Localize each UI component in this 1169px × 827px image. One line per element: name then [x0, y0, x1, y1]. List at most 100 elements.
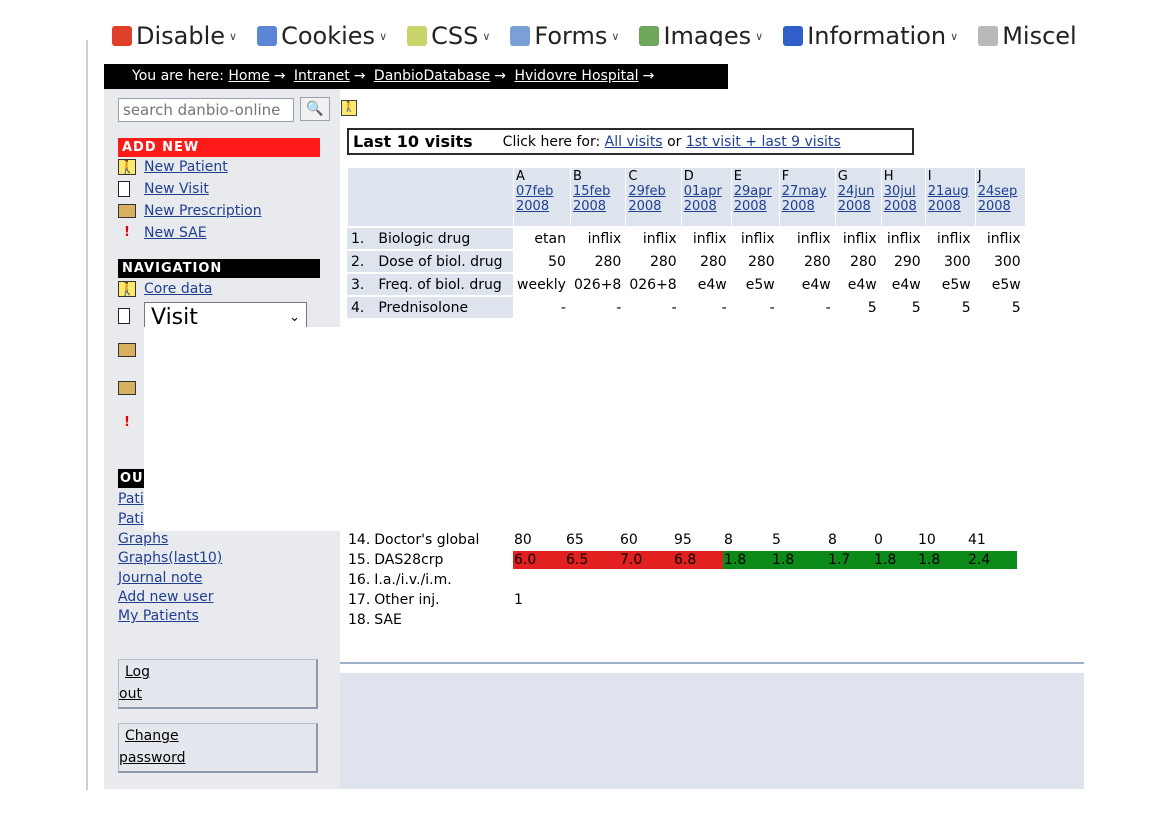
table-cell — [873, 611, 917, 629]
visit-year-link[interactable]: 2008 — [838, 199, 871, 214]
breadcrumb-link[interactable]: Intranet — [294, 68, 350, 84]
logout-button[interactable]: Log out — [118, 659, 318, 709]
visit-date-link[interactable]: 27may — [782, 184, 827, 199]
graphs-last10-link[interactable]: Graphs(last10) — [118, 550, 222, 566]
visit-column-header: J 24sep 2008 — [974, 168, 1025, 226]
all-visits-link[interactable]: All visits — [605, 134, 663, 150]
visit-date-link[interactable]: 29apr — [734, 184, 772, 199]
header-corner — [347, 168, 513, 226]
folder-nav-item[interactable] — [118, 340, 144, 360]
visit-year-link[interactable]: 2008 — [978, 199, 1011, 214]
new-visit-link[interactable]: New Visit — [118, 179, 209, 199]
breadcrumb-separator: → — [353, 68, 366, 84]
visit-date-link[interactable]: 21aug — [928, 184, 969, 199]
add-new-user-link[interactable]: Add new user — [118, 589, 213, 605]
new-sae-link[interactable]: ! New SAE — [118, 223, 207, 243]
visits-subtitle: Click here for: All visits or 1st visit … — [503, 134, 841, 150]
table-row: 17. Other inj. 1 — [347, 591, 1017, 609]
table-row: 15. DAS28crp 6.0 6.5 7.0 6.8 1.8 1.8 1.7 1.8 1.8 2.… — [347, 551, 1017, 569]
core-data-label[interactable]: Core data — [144, 281, 212, 297]
table-cell — [771, 571, 827, 589]
breadcrumb-link[interactable]: Home — [228, 68, 269, 84]
table-cell — [873, 591, 917, 609]
cookies-icon — [257, 26, 278, 46]
visit-year-link[interactable]: 2008 — [782, 199, 815, 214]
row-number: 15. — [348, 552, 371, 568]
folder-nav-item[interactable] — [118, 378, 144, 398]
folder-icon — [118, 343, 136, 357]
table-cell — [917, 611, 967, 629]
new-sae-label[interactable]: New SAE — [144, 225, 207, 241]
visit-letter: B — [572, 169, 582, 184]
visit-column-header: F 27may 2008 — [778, 168, 835, 226]
visit-nav-row — [118, 306, 144, 326]
developer-toolbar-items: Disable ∨ Cookies ∨ CSS ∨ Forms ∨ Images ∨ Informa… — [112, 22, 1077, 46]
table-cell — [723, 611, 771, 629]
devbar-label: Images — [663, 22, 752, 46]
visit-date-link[interactable]: 24jun — [838, 184, 875, 199]
visit-column-header: A 07feb 2008 — [513, 168, 570, 226]
breadcrumb-items: Home → Intranet → DanbioDatabase → Hvidovre… — [228, 68, 658, 84]
core-data-link[interactable]: 🚶 Core data — [118, 279, 212, 299]
table-cell: 026+8 — [625, 274, 681, 295]
visit-date-link[interactable]: 07feb — [516, 184, 553, 199]
table-cell — [723, 591, 771, 609]
or-text: or — [667, 133, 682, 150]
devbar-forms-menu[interactable]: Forms ∨ — [510, 22, 619, 46]
devbar-miscel-menu[interactable]: Miscel — [978, 22, 1077, 46]
visit-year-link[interactable]: 2008 — [516, 199, 549, 214]
devbar-information-menu[interactable]: Information ∨ — [783, 22, 958, 46]
new-prescription-link[interactable]: New Prescription — [118, 201, 262, 221]
new-prescription-label[interactable]: New Prescription — [144, 203, 262, 219]
visit-year-link[interactable]: 2008 — [573, 199, 606, 214]
search-input[interactable] — [118, 98, 294, 122]
journal-note-link[interactable]: Journal note — [118, 570, 202, 586]
breadcrumb-link[interactable]: DanbioDatabase — [374, 68, 490, 84]
exclamation-nav-item[interactable]: ! — [118, 413, 144, 433]
devbar-css-menu[interactable]: CSS ∨ — [407, 22, 490, 46]
breadcrumb-link[interactable]: Hvidovre Hospital — [514, 68, 638, 84]
my-patients-link[interactable]: My Patients — [118, 608, 199, 624]
new-patient-link[interactable]: 🚶 New Patient — [118, 157, 228, 177]
visit-year-link[interactable]: 2008 — [734, 199, 767, 214]
graphs-link[interactable]: Graphs — [118, 531, 168, 547]
change-password-label-2[interactable]: password — [119, 750, 185, 766]
row-label-text: I.a./i.v./i.m. — [374, 572, 452, 588]
new-visit-label[interactable]: New Visit — [144, 181, 209, 197]
logout-label-1[interactable]: Log — [125, 664, 150, 680]
row-number: 18. — [348, 612, 371, 628]
patient-link-partial[interactable]: Pati — [118, 491, 144, 507]
patient-link-partial[interactable]: Pati — [118, 511, 144, 527]
devbar-images-menu[interactable]: Images ∨ — [639, 22, 763, 46]
devbar-cookies-menu[interactable]: Cookies ∨ — [257, 22, 387, 46]
table-row: 3. Freq. of biol. drug weekly 026+8 026+8 e4w… — [347, 274, 1025, 295]
visit-date-link[interactable]: 30jul — [884, 184, 916, 199]
visit-year-link[interactable]: 2008 — [884, 199, 917, 214]
visit-year-link[interactable]: 2008 — [684, 199, 717, 214]
table-cell — [513, 611, 565, 629]
visit-date-link[interactable]: 29feb — [628, 184, 665, 199]
change-password-label-1[interactable]: Change — [125, 728, 179, 744]
first-last-visits-link[interactable]: 1st visit + last 9 visits — [686, 134, 841, 150]
table-cell: inflix — [834, 228, 881, 249]
visit-date-link[interactable]: 01apr — [684, 184, 722, 199]
new-patient-label[interactable]: New Patient — [144, 159, 228, 175]
visits-table-bottom-rows: 14. Doctor's global 80 65 60 95 8 5 8 0 10 41 15. DAS… — [347, 531, 1017, 629]
table-cell — [619, 611, 673, 629]
person-icon: 🚶 — [118, 159, 136, 175]
visit-year-link[interactable]: 2008 — [928, 199, 961, 214]
table-cell: 280 — [730, 251, 779, 272]
logout-label-2[interactable]: out — [119, 686, 142, 702]
devbar-disable-menu[interactable]: Disable ∨ — [112, 22, 237, 46]
visit-date-link[interactable]: 24sep — [978, 184, 1018, 199]
devbar-label: Forms — [534, 22, 608, 46]
table-cell: 5 — [834, 297, 881, 318]
search-button[interactable]: 🔍 — [300, 97, 330, 121]
table-cell: inflix — [569, 228, 626, 249]
change-password-button[interactable]: Change password — [118, 723, 318, 773]
table-cell — [771, 611, 827, 629]
visit-year-link[interactable]: 2008 — [628, 199, 661, 214]
visit-letter: H — [883, 169, 894, 184]
row-label: 14. Doctor's global — [347, 531, 513, 549]
visit-date-link[interactable]: 15feb — [573, 184, 610, 199]
